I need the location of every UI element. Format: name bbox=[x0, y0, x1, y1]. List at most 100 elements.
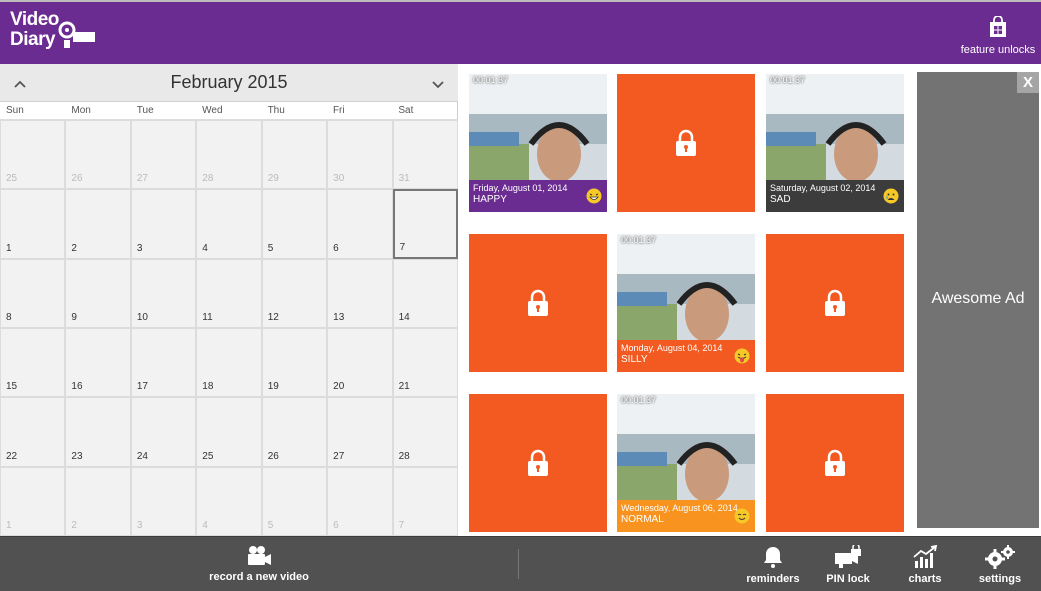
calendar-day-cell[interactable]: 10 bbox=[130, 258, 197, 328]
calendar-day-cell[interactable]: 1 bbox=[0, 466, 66, 536]
ad-banner[interactable]: X Awesome Ad bbox=[917, 72, 1039, 528]
calendar-day-cell[interactable]: 21 bbox=[392, 328, 458, 398]
feature-unlocks-button[interactable]: feature unlocks bbox=[958, 16, 1038, 56]
calendar-day-cell[interactable]: 28 bbox=[196, 120, 262, 190]
calendar-day-cell[interactable]: 7 bbox=[392, 189, 458, 259]
calendar-day-cell[interactable]: 27 bbox=[130, 120, 197, 190]
calendar-day-number: 1 bbox=[6, 242, 12, 254]
calendar-day-cell[interactable]: 3 bbox=[130, 189, 197, 259]
app-bar-divider bbox=[518, 549, 519, 579]
calendar-day-cell[interactable]: 23 bbox=[65, 397, 131, 467]
charts-button[interactable]: charts bbox=[895, 545, 955, 585]
calendar-day-cell[interactable]: 29 bbox=[261, 120, 328, 190]
weekday-label: Fri bbox=[332, 105, 345, 116]
calendar-day-cell[interactable]: 3 bbox=[130, 466, 197, 536]
calendar-day-cell[interactable]: 18 bbox=[196, 328, 262, 398]
weekday-label: Tue bbox=[136, 105, 154, 116]
locked-entry-tile[interactable] bbox=[766, 394, 904, 532]
calendar-day-cell[interactable]: 27 bbox=[327, 397, 393, 467]
calendar-day-cell[interactable]: 25 bbox=[0, 120, 66, 190]
calendar-day-cell[interactable]: 31 bbox=[392, 120, 458, 190]
lock-icon bbox=[825, 289, 845, 316]
calendar-day-cell[interactable]: 6 bbox=[327, 466, 393, 536]
calendar-day-cell[interactable]: 24 bbox=[130, 397, 197, 467]
calendar-day-cell[interactable]: 26 bbox=[261, 397, 328, 467]
calendar-day-cell[interactable]: 9 bbox=[65, 258, 131, 328]
calendar-day-cell[interactable]: 20 bbox=[327, 328, 393, 398]
calendar-day-number: 13 bbox=[333, 312, 345, 323]
calendar-day-cell[interactable]: 25 bbox=[196, 397, 262, 467]
calendar-day-cell[interactable]: 28 bbox=[392, 397, 458, 467]
calendar-day-number: 29 bbox=[267, 173, 279, 185]
calendar-day-number: 20 bbox=[333, 381, 345, 393]
calendar-day-cell[interactable]: 5 bbox=[261, 466, 328, 536]
smile-emoji-icon bbox=[734, 508, 750, 524]
calendar-day-cell[interactable]: 14 bbox=[392, 258, 458, 328]
calendar-day-cell[interactable]: 13 bbox=[327, 258, 393, 328]
calendar-day-cell[interactable]: 6 bbox=[327, 189, 393, 259]
calendar-day-cell[interactable]: 15 bbox=[0, 328, 66, 398]
calendar-day-number: 31 bbox=[398, 173, 410, 185]
entry-mood: NORMAL bbox=[621, 514, 664, 525]
calendar-day-cell[interactable]: 22 bbox=[0, 397, 66, 467]
reminders-button[interactable]: reminders bbox=[743, 545, 803, 585]
video-entry-tile[interactable]: 00:01:37 Friday, August 01, 2014 HAPPY bbox=[469, 74, 607, 212]
record-video-button[interactable]: record a new video bbox=[200, 545, 318, 583]
calendar-day-number: 3 bbox=[136, 242, 143, 254]
locked-entry-tile[interactable] bbox=[469, 234, 607, 372]
logo-line-2: Diary bbox=[10, 29, 56, 50]
calendar-day-number: 22 bbox=[6, 450, 18, 462]
calendar-day-cell[interactable]: 11 bbox=[196, 258, 262, 328]
entry-date: Saturday, August 02, 2014 bbox=[770, 183, 876, 193]
calendar-day-cell[interactable]: 2 bbox=[65, 466, 131, 536]
calendar-day-cell[interactable]: 8 bbox=[0, 258, 66, 328]
calendar-day-number: 9 bbox=[71, 312, 77, 323]
app-logo: Video Diary bbox=[10, 10, 95, 50]
reminders-label: reminders bbox=[746, 573, 800, 585]
pin-lock-label: PIN lock bbox=[826, 573, 870, 585]
video-entry-tile[interactable]: 00:01:37 Wednesday, August 06, 2014 NORM… bbox=[617, 394, 755, 532]
calendar-day-number: 21 bbox=[398, 381, 410, 393]
entry-caption: Wednesday, August 06, 2014 NORMAL bbox=[617, 500, 755, 532]
video-entry-tile[interactable]: 00:01:37 Monday, August 04, 2014 SILLY bbox=[617, 234, 755, 372]
entry-mood: HAPPY bbox=[473, 194, 507, 205]
calendar-day-number: 2 bbox=[71, 242, 77, 254]
charts-label: charts bbox=[908, 573, 942, 585]
calendar-day-cell[interactable]: 4 bbox=[196, 189, 262, 259]
calendar-day-cell[interactable]: 26 bbox=[65, 120, 131, 190]
lock-icon bbox=[528, 449, 548, 476]
calendar-day-cell[interactable]: 2 bbox=[65, 189, 131, 259]
calendar-day-cell[interactable]: 7 bbox=[392, 466, 458, 536]
calendar-day-number: 7 bbox=[399, 241, 406, 253]
video-entry-tile[interactable]: 00:01:37 Saturday, August 02, 2014 SAD bbox=[766, 74, 904, 212]
lock-icon bbox=[825, 449, 845, 476]
calendar-day-number: 30 bbox=[333, 173, 345, 185]
calendar-day-number: 10 bbox=[136, 312, 148, 323]
calendar-day-cell[interactable]: 19 bbox=[261, 328, 328, 398]
locked-entry-tile[interactable] bbox=[617, 74, 755, 212]
calendar-day-cell[interactable]: 1 bbox=[0, 189, 66, 259]
calendar-day-cell[interactable]: 16 bbox=[65, 328, 131, 398]
lock-icon bbox=[676, 129, 696, 156]
settings-button[interactable]: settings bbox=[970, 545, 1030, 585]
camera-lock-icon bbox=[835, 545, 861, 568]
calendar-day-cell[interactable]: 5 bbox=[261, 189, 328, 259]
calendar-day-cell[interactable]: 12 bbox=[261, 258, 328, 328]
ad-close-button[interactable]: X bbox=[1017, 72, 1039, 93]
locked-entry-tile[interactable] bbox=[469, 394, 607, 532]
calendar-day-number: 5 bbox=[267, 520, 274, 531]
video-entries-grid: 00:01:37 Friday, August 01, 2014 HAPPY 0… bbox=[458, 64, 913, 536]
locked-entry-tile[interactable] bbox=[766, 234, 904, 372]
weekday-label: Wed bbox=[202, 105, 223, 116]
chevron-down-icon[interactable] bbox=[428, 74, 448, 94]
calendar-day-number: 3 bbox=[136, 520, 143, 531]
entry-date: Wednesday, August 06, 2014 bbox=[621, 503, 738, 513]
ad-text: Awesome Ad bbox=[931, 290, 1025, 307]
calendar-day-cell[interactable]: 30 bbox=[327, 120, 393, 190]
calendar-day-cell[interactable]: 17 bbox=[130, 328, 197, 398]
weekday-label: Sat bbox=[398, 105, 414, 116]
calendar-panel: February 2015 Sun Mon Tue Wed Thu Fri Sa… bbox=[0, 64, 458, 536]
pin-lock-button[interactable]: PIN lock bbox=[818, 545, 878, 585]
calendar-day-cell[interactable]: 4 bbox=[196, 466, 262, 536]
calendar-day-number: 1 bbox=[6, 520, 12, 531]
